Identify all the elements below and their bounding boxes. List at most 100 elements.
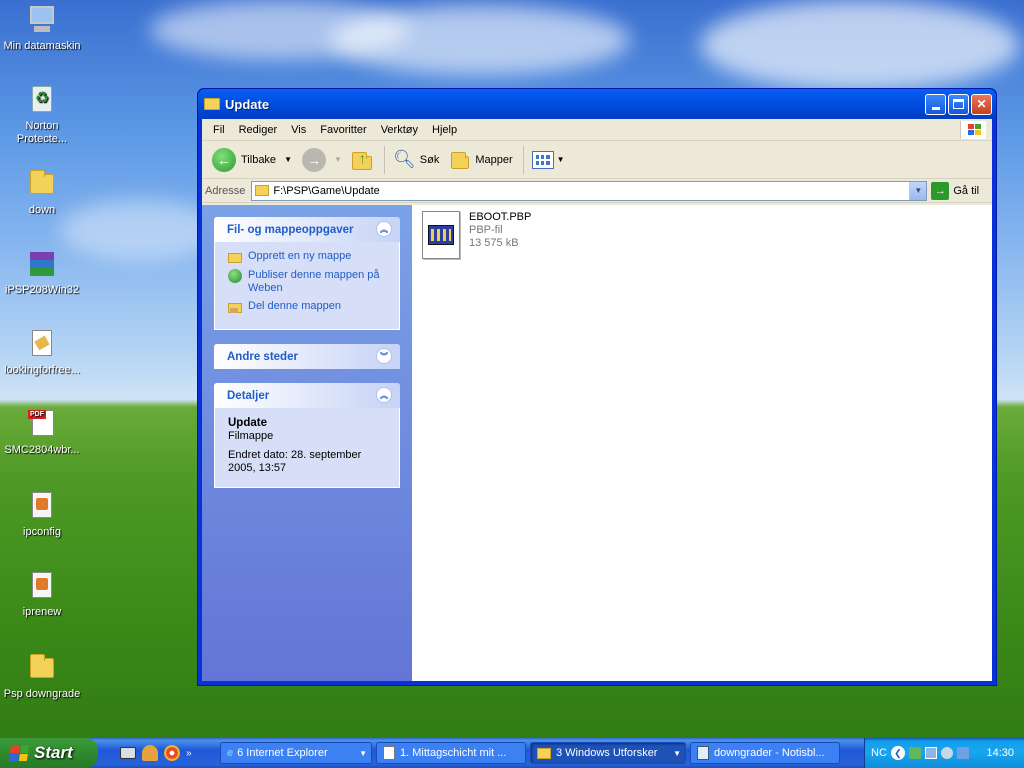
- publish-folder-link[interactable]: Publiser denne mappen på Weben: [227, 269, 387, 295]
- desktop-icon-ipconfig[interactable]: ipconfig: [0, 490, 84, 539]
- chevron-down-icon: ▼: [673, 748, 681, 758]
- chevron-right-icon[interactable]: »: [186, 748, 192, 759]
- desktop-icon-label: ipconfig: [23, 526, 61, 538]
- details-name: Update: [228, 417, 267, 429]
- pbp-file-icon: [422, 211, 460, 259]
- collapse-icon[interactable]: ︽: [376, 387, 392, 403]
- other-places-header[interactable]: Andre steder ︾: [214, 344, 400, 369]
- desktop-icon-smc[interactable]: PDF SMC2804wbr...: [0, 408, 84, 457]
- folders-button[interactable]: Mapper: [445, 149, 516, 171]
- panel-title: Detaljer: [227, 389, 270, 402]
- back-label: Tilbake: [241, 153, 277, 166]
- file-name: EBOOT.PBP: [469, 211, 532, 223]
- system-tray: NC ❮ 14:30: [864, 738, 1024, 768]
- connection-icon[interactable]: [956, 747, 969, 759]
- desktop-icon-label: Norton Protecte...: [16, 120, 68, 145]
- folder-icon: [204, 98, 220, 110]
- back-button[interactable]: ← Tilbake ▼: [208, 146, 296, 174]
- tray-text: NC: [871, 747, 887, 759]
- desktop-icon-min-datamaskin[interactable]: Min datamaskin: [0, 4, 84, 53]
- details-header[interactable]: Detaljer ︽: [214, 383, 400, 408]
- windows-flag-icon: [8, 745, 30, 761]
- start-button[interactable]: Start: [0, 738, 98, 768]
- expand-icon[interactable]: ︾: [376, 348, 392, 364]
- taskbar-button-label: 1. Mittagschicht mit ...: [400, 747, 507, 759]
- document-icon: [26, 328, 58, 360]
- clock[interactable]: 14:30: [986, 747, 1014, 759]
- taskbar-button-notepad[interactable]: downgrader - Notisbl...: [690, 742, 840, 764]
- minimize-icon: [931, 106, 940, 110]
- up-folder-icon: ↑: [351, 150, 374, 170]
- maximize-icon: [953, 99, 964, 109]
- file-list[interactable]: EBOOT.PBP PBP-fil 13 575 kB: [412, 205, 992, 681]
- document-icon: [383, 746, 395, 760]
- back-arrow-icon: ←: [212, 147, 236, 172]
- desktop-icon-psp-downgrade[interactable]: Psp downgrade: [0, 652, 84, 701]
- desktop-icon-iprenew[interactable]: iprenew: [0, 570, 84, 619]
- link-label: Opprett en ny mappe: [248, 250, 352, 262]
- desktop-icon-down[interactable]: down: [0, 168, 84, 217]
- search-button[interactable]: 🔍︎ Søk: [389, 147, 443, 172]
- taskbar-button-windows-utforsker[interactable]: 3 Windows Utforsker ▼: [530, 742, 686, 764]
- go-arrow-icon: →: [931, 181, 950, 200]
- computer-icon: [26, 4, 58, 36]
- network-connection-icon[interactable]: [924, 747, 937, 759]
- collapse-icon[interactable]: ︽: [376, 221, 392, 237]
- winrar-archive-icon: [26, 248, 58, 280]
- chevron-down-icon: ▼: [556, 155, 565, 164]
- taskbar-button-mittagschicht[interactable]: 1. Mittagschicht mit ...: [376, 742, 526, 764]
- forward-arrow-icon: →: [301, 147, 326, 172]
- file-folder-tasks-header[interactable]: Fil- og mappeoppgaver ︽: [214, 217, 400, 242]
- title-bar[interactable]: Update ✕: [198, 89, 996, 119]
- taskbar: Start » e 6 Internet Explorer ▼ 1. Mitta…: [0, 738, 1024, 768]
- taskbar-button-internet-explorer[interactable]: e 6 Internet Explorer ▼: [220, 742, 372, 764]
- folders-icon: [449, 151, 471, 169]
- close-button[interactable]: ✕: [971, 93, 992, 115]
- address-value: F:\PSP\Game\Update: [273, 184, 380, 197]
- folder-icon: [26, 168, 58, 200]
- network-icon[interactable]: [908, 747, 921, 759]
- forward-button[interactable]: → ▼: [298, 146, 346, 174]
- menu-verktoy[interactable]: Verktøy: [374, 122, 425, 138]
- desktop-icon-norton[interactable]: ♻ Norton Protecte...: [0, 84, 84, 146]
- file-item[interactable]: EBOOT.PBP PBP-fil 13 575 kB: [422, 211, 531, 259]
- address-dropdown-button[interactable]: ▼: [909, 181, 927, 200]
- quick-launch: »: [120, 745, 216, 761]
- menu-fil[interactable]: Fil: [206, 122, 232, 138]
- toolbar-separator: [383, 145, 385, 174]
- volume-icon[interactable]: [940, 747, 953, 759]
- globe-icon: [227, 269, 243, 283]
- chevron-down-icon: ▼: [359, 748, 367, 758]
- up-folder-button[interactable]: ↑: [348, 148, 378, 172]
- folder-icon: [537, 747, 551, 759]
- other-places-panel: Andre steder ︾: [214, 344, 400, 369]
- menu-vis[interactable]: Vis: [284, 122, 313, 138]
- taskbar-button-label: downgrader - Notisbl...: [714, 747, 825, 759]
- desktop-icon-label: Min datamaskin: [3, 40, 81, 52]
- menu-hjelp[interactable]: Hjelp: [425, 122, 464, 138]
- minimize-button[interactable]: [925, 93, 946, 115]
- browser-icon[interactable]: [164, 745, 180, 761]
- share-folder-link[interactable]: Del denne mappen: [227, 300, 387, 314]
- link-label: Publiser denne mappen på Weben: [248, 269, 380, 294]
- maximize-button[interactable]: [948, 93, 969, 115]
- create-folder-link[interactable]: Opprett en ny mappe: [227, 250, 387, 264]
- details-type: Filmappe: [228, 430, 274, 442]
- media-icon[interactable]: [142, 745, 158, 761]
- taskbar-button-label: 3 Windows Utforsker: [556, 747, 658, 759]
- desktop-icon-lookingforfree[interactable]: lookingforfree...: [0, 328, 84, 377]
- address-label: Adresse: [205, 184, 246, 197]
- address-input[interactable]: F:\PSP\Game\Update ▼: [251, 180, 928, 201]
- menu-rediger[interactable]: Rediger: [232, 122, 285, 138]
- desktop-icon-label: down: [28, 204, 56, 216]
- camera-icon[interactable]: [120, 747, 136, 759]
- toolbar-separator: [522, 145, 524, 174]
- address-bar: Adresse F:\PSP\Game\Update ▼ → Gå til: [202, 179, 992, 203]
- chevron-left-icon[interactable]: ❮: [890, 746, 905, 760]
- desktop-icon-ipsp[interactable]: iPSP208Win32: [0, 248, 84, 297]
- link-label: Del denne mappen: [248, 300, 341, 312]
- views-button[interactable]: ▼: [528, 149, 569, 171]
- go-button[interactable]: → Gå til: [931, 181, 979, 200]
- internet-explorer-icon: e: [227, 747, 234, 759]
- menu-favoritter[interactable]: Favoritter: [313, 122, 373, 138]
